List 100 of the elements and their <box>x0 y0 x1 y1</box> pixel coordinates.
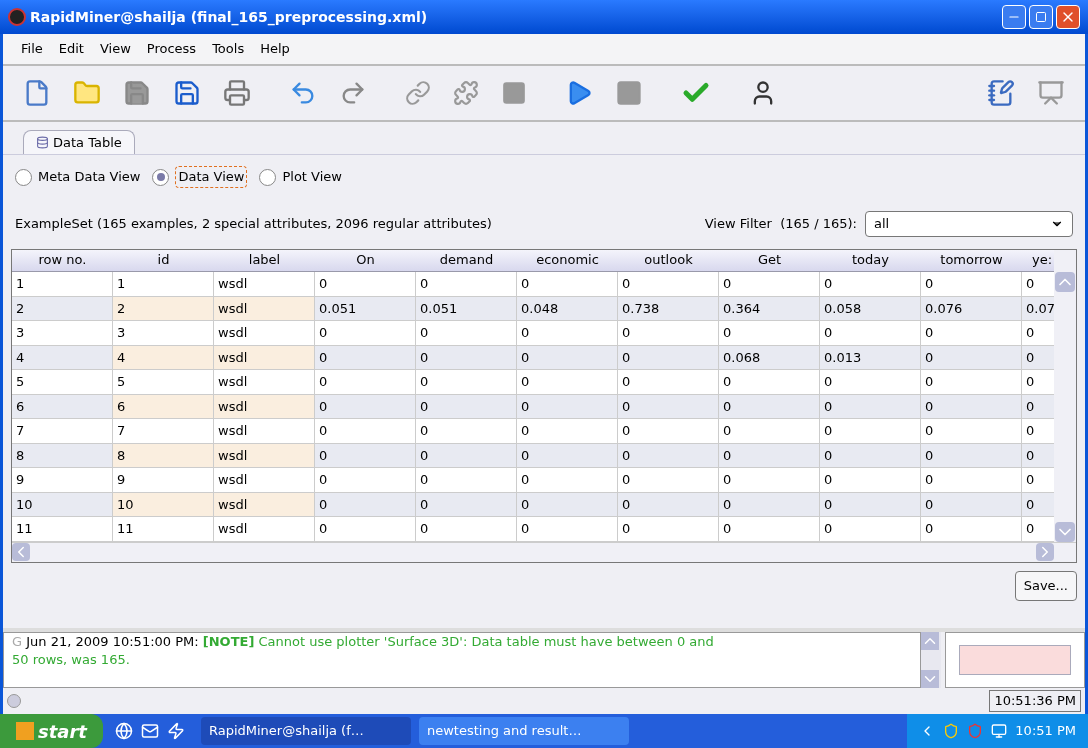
column-header[interactable]: row no. <box>12 250 113 271</box>
plugin-icon[interactable] <box>453 80 479 106</box>
notes-icon[interactable] <box>987 79 1015 107</box>
table-cell: 7 <box>113 419 214 444</box>
table-cell: 0.051 <box>416 296 517 321</box>
table-cell: 5 <box>12 370 113 395</box>
table-cell: 6 <box>12 394 113 419</box>
table-cell: 11 <box>12 517 113 542</box>
column-header[interactable]: today <box>820 250 921 271</box>
table-cell: 0 <box>315 345 416 370</box>
table-cell: 0 <box>416 443 517 468</box>
column-header[interactable]: demand <box>416 250 517 271</box>
table-cell: 0 <box>315 517 416 542</box>
table-cell: 0 <box>820 468 921 493</box>
table-cell: 0 <box>517 492 618 517</box>
save-button[interactable]: Save... <box>1014 570 1077 601</box>
stop-icon[interactable] <box>615 79 643 107</box>
table-cell: 0.364 <box>719 296 820 321</box>
browser-icon[interactable] <box>114 722 133 740</box>
table-cell: 0 <box>719 321 820 346</box>
column-header[interactable]: outlook <box>618 250 719 271</box>
menu-item[interactable]: Tools <box>212 39 245 59</box>
maximize-icon <box>1035 11 1047 23</box>
column-header[interactable]: On <box>315 250 416 271</box>
start-button[interactable]: start <box>0 714 103 748</box>
shield-icon[interactable] <box>943 723 960 739</box>
scroll-down-icon[interactable] <box>921 670 939 688</box>
table-cell: 0 <box>719 468 820 493</box>
menu-item[interactable]: Edit <box>58 39 84 59</box>
table-cell: 0 <box>315 394 416 419</box>
scroll-left-icon[interactable] <box>12 543 30 561</box>
table-cell: wsdl <box>214 321 315 346</box>
table-cell: 0 <box>618 321 719 346</box>
connect-icon[interactable] <box>405 80 431 106</box>
table-cell: 0 <box>618 345 719 370</box>
lightning-icon[interactable] <box>166 722 185 740</box>
table-cell: 1 <box>12 272 113 297</box>
table-cell: wsdl <box>214 296 315 321</box>
view-radio[interactable]: Meta Data View <box>15 167 141 187</box>
table-cell: 0 <box>921 517 1022 542</box>
table-cell: 0 <box>416 492 517 517</box>
column-header[interactable]: tomorrow <box>921 250 1022 271</box>
table-cell: 0 <box>921 394 1022 419</box>
column-header[interactable]: label <box>214 250 315 271</box>
table-cell: 9 <box>12 468 113 493</box>
table-cell: 5 <box>113 370 214 395</box>
table-cell: 0 <box>618 468 719 493</box>
table-cell: 0 <box>618 394 719 419</box>
column-header[interactable]: id <box>113 250 214 271</box>
table-cell: 0 <box>517 272 618 297</box>
save-icon[interactable] <box>123 79 151 107</box>
save-as-icon[interactable] <box>173 79 201 107</box>
maximize-button[interactable] <box>1029 5 1053 29</box>
menu-item[interactable]: View <box>99 39 131 59</box>
minimize-button[interactable] <box>1002 5 1026 29</box>
menu-item[interactable]: Help <box>260 39 290 59</box>
table-cell: 0 <box>820 272 921 297</box>
table-cell: 0 <box>921 272 1022 297</box>
table-cell: 0 <box>820 492 921 517</box>
filter-dropdown[interactable]: all <box>865 211 1073 237</box>
table-cell: 0 <box>820 394 921 419</box>
network-icon[interactable] <box>991 723 1008 739</box>
table-cell: 0 <box>719 492 820 517</box>
status-time: 10:51:36 PM <box>989 690 1081 712</box>
table-cell: wsdl <box>214 419 315 444</box>
folder-icon[interactable] <box>73 79 101 107</box>
scroll-up-icon[interactable] <box>1055 272 1075 292</box>
tab[interactable]: Data Table <box>23 130 135 154</box>
scroll-right-icon[interactable] <box>1036 543 1054 561</box>
table-cell: 0 <box>1022 492 1054 517</box>
table-cell: 0 <box>719 370 820 395</box>
taskbar-button[interactable]: newtesting and result… <box>418 717 629 745</box>
table-cell: 4 <box>12 345 113 370</box>
presentation-icon[interactable] <box>1037 79 1065 107</box>
table-cell: 0 <box>315 272 416 297</box>
table-cell: wsdl <box>214 394 315 419</box>
table-cell: 0 <box>618 492 719 517</box>
scroll-down-icon[interactable] <box>1055 521 1075 542</box>
close-button[interactable] <box>1056 5 1080 29</box>
security-icon[interactable] <box>967 723 984 739</box>
box-icon[interactable] <box>501 80 527 106</box>
table-cell: 0.076 <box>921 296 1022 321</box>
table-cell: 8 <box>113 443 214 468</box>
table-cell: 0 <box>315 492 416 517</box>
table-cell: 0 <box>416 394 517 419</box>
column-header[interactable]: ye: <box>1022 250 1054 271</box>
table-cell: 0 <box>416 419 517 444</box>
table-cell: 0 <box>719 419 820 444</box>
table-cell: 1 <box>113 272 214 297</box>
taskbar-button[interactable]: RapidMiner@shailja (f… <box>200 717 411 745</box>
table-cell: 0 <box>921 419 1022 444</box>
print-icon[interactable] <box>223 79 251 107</box>
menu-item[interactable]: Process <box>146 39 197 59</box>
table-cell: 7 <box>12 419 113 444</box>
column-header[interactable]: Get <box>719 250 820 271</box>
view-radio[interactable]: Plot View <box>259 167 342 187</box>
menu-item[interactable]: File <box>21 39 43 59</box>
column-header[interactable]: economic <box>517 250 618 271</box>
scroll-up-icon[interactable] <box>921 632 939 650</box>
mail-icon[interactable] <box>140 722 159 740</box>
